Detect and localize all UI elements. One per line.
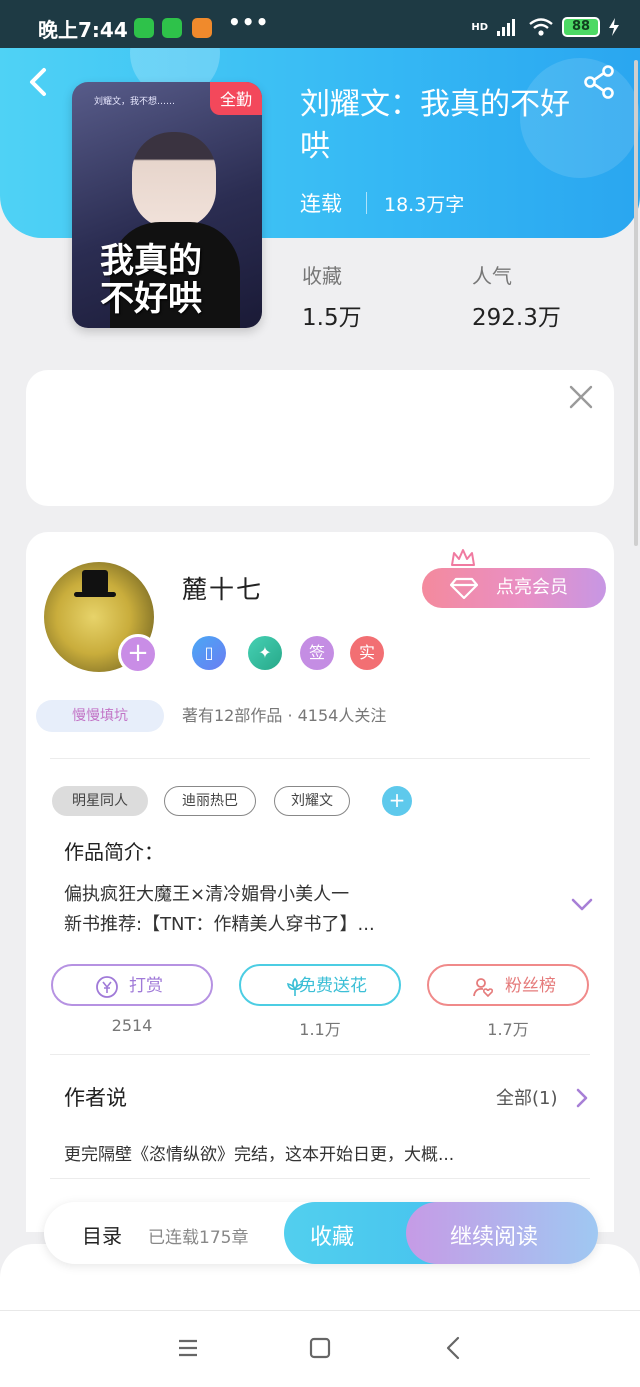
signal-icon [497,19,515,36]
author-says-heading: 作者说 [64,1086,127,1110]
vip-membership-button[interactable]: 点亮会员 [422,568,606,608]
avatar-hat [82,570,108,594]
cover-portrait [132,132,216,228]
author-title-tag: 慢慢填坑 [36,700,164,732]
chevron-right-icon[interactable] [576,1088,588,1108]
popularity-count: 292.3万 [472,305,561,331]
intro-line-2: 新书推荐:【TNT：作精美人穿书了】... [64,914,375,935]
back-nav-icon[interactable] [440,1334,468,1362]
status-bar: 晚上7:44 ••• HD 88 [0,0,640,48]
handshake-badge-icon[interactable]: ✦ [248,636,282,670]
serialization-status: 连载 [300,192,342,216]
view-all-link[interactable]: 全部(1) [496,1084,558,1110]
book-title: 刘耀文：我真的不好哄 [300,87,570,164]
avatar-hat-brim [74,592,116,597]
flower-count: 1.1万 [299,1020,341,1039]
app-notification-icon [192,18,212,38]
network-type: HD [471,21,488,33]
tip-button[interactable]: 打赏 [51,964,213,1006]
scrollbar[interactable] [634,60,638,546]
add-tag-button[interactable]: + [382,786,412,816]
intro-line-1: 偏执疯狂大魔王×清冷媚骨小美人一 [64,884,350,905]
cover-title-line2: 不好哄 [100,279,202,319]
cover-title-line1: 我真的 [100,241,202,281]
popularity-label: 人气 [472,264,512,288]
fans-ranking-label: 粉丝榜 [505,976,556,996]
cover-title: 我真的 不好哄 [100,242,202,318]
more-notifications-icon: ••• [228,10,270,34]
author-says-text[interactable]: 更完隔壁《恣情纵欲》完结，这本开始日更，大概... [64,1140,454,1165]
follow-author-button[interactable]: + [118,634,158,674]
charging-icon [609,18,619,36]
continue-reading-button[interactable]: 继续阅读 [406,1202,598,1264]
wechat-icon [134,18,154,38]
battery-indicator: 88 [562,17,600,37]
author-name[interactable]: 麓十七 [182,570,263,606]
chapter-count: 已连载175章 [148,1228,249,1248]
fans-count: 1.7万 [487,1020,529,1039]
phone-badge-icon[interactable]: ▯ [192,636,226,670]
status-time: 晚上7:44 [38,18,128,42]
section-divider [50,1178,590,1179]
crown-icon [451,549,475,566]
author-meta: 著有12部作品 · 4154人关注 [182,706,387,725]
fans-ranking-button[interactable]: 粉丝榜 [427,964,589,1006]
book-cover[interactable]: 刘耀文，我不想…… 我真的 不好哄 全勤 [72,82,262,328]
continue-label: 继续阅读 [450,1225,539,1250]
diamond-icon [450,577,478,599]
chevron-down-icon[interactable] [570,896,594,914]
tag-category[interactable]: 明星同人 [52,786,148,816]
tag-item[interactable]: 迪丽热巴 [164,786,256,816]
section-divider [50,758,590,759]
wifi-icon [529,18,553,36]
tag-item[interactable]: 刘耀文 [274,786,350,816]
send-flower-button[interactable]: 免费送花 [239,964,401,1006]
tip-label: 打赏 [129,976,163,996]
bottom-sheet-background [0,1244,640,1387]
table-of-contents-button[interactable]: 目录 [82,1220,122,1249]
intro-heading: 作品简介： [64,840,164,864]
favorites-label: 收藏 [302,264,342,288]
reading-action-bar: 目录 已连载175章 收藏 继续阅读 [44,1202,598,1264]
tip-count: 2514 [111,1016,153,1035]
word-count: 18.3万字 [384,194,465,216]
verified-badge[interactable]: 实 [350,636,384,670]
section-divider [50,1054,590,1055]
vip-button-label: 点亮会员 [496,577,568,598]
full-attendance-badge: 全勤 [209,82,262,115]
book-detail-card: + 慢慢填坑 麓十七 点亮会员 ▯ ✦ 签 实 著有12部作品 · 4154人关… [26,532,614,1232]
send-flower-label: 免费送花 [299,976,367,996]
wechat-icon-2 [162,18,182,38]
yen-coin-icon [96,976,118,998]
favorites-count: 1.5万 [302,305,362,331]
divider [366,192,367,214]
user-heart-icon [473,978,494,998]
favorite-label: 收藏 [310,1225,355,1250]
close-icon[interactable] [568,384,594,410]
back-icon[interactable] [20,62,56,102]
nav-divider [0,1310,640,1311]
ad-placeholder-card [26,370,614,506]
signed-badge[interactable]: 签 [300,636,334,670]
menu-icon[interactable] [174,1334,202,1362]
home-icon[interactable] [306,1334,334,1362]
